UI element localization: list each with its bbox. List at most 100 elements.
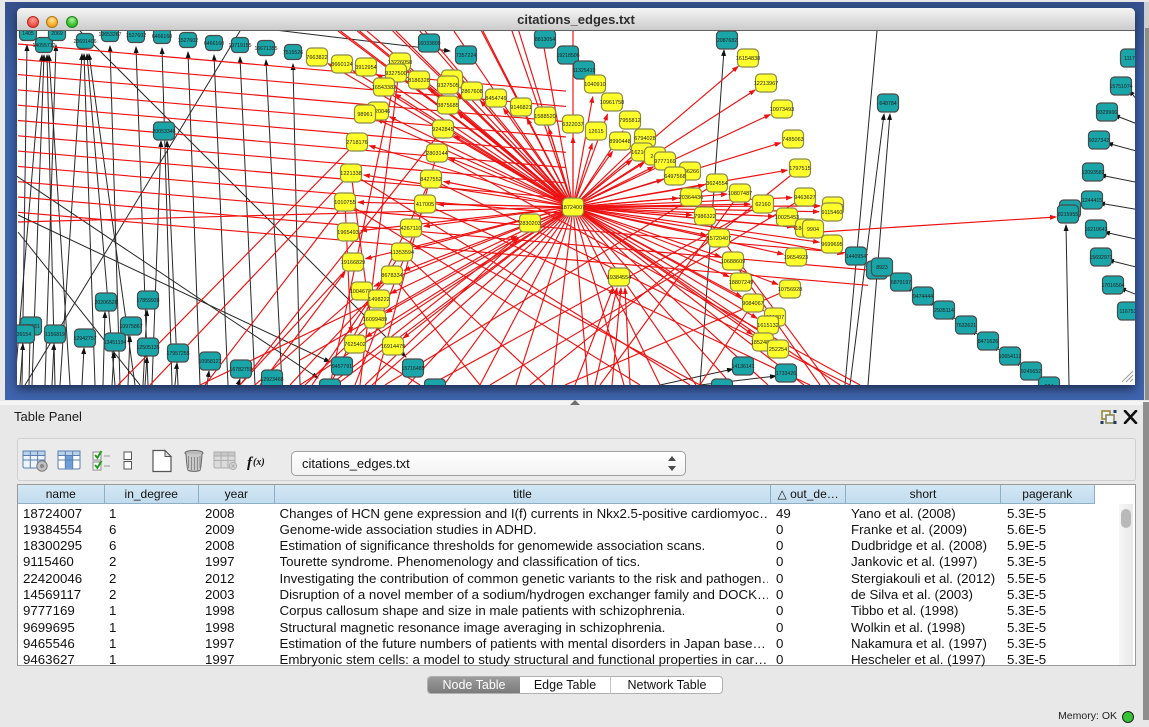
svg-text:6322037: 6322037 — [562, 122, 583, 128]
svg-text:15720407: 15720407 — [707, 236, 731, 242]
svg-text:8215955: 8215955 — [1058, 212, 1078, 218]
svg-text:7515526: 7515526 — [283, 50, 303, 56]
svg-text:3875685: 3875685 — [437, 103, 458, 109]
svg-text:62160: 62160 — [755, 202, 770, 208]
svg-text:16782759: 16782759 — [229, 367, 252, 373]
svg-text:13451194: 13451194 — [104, 340, 127, 346]
svg-text:(x): (x) — [253, 457, 265, 468]
svg-text:4267110: 4267110 — [400, 226, 421, 232]
svg-text:16543382: 16543382 — [372, 85, 396, 91]
svg-text:7986322: 7986322 — [694, 214, 715, 220]
svg-text:10807487: 10807487 — [728, 191, 752, 197]
svg-text:12942757: 12942757 — [73, 336, 96, 342]
svg-text:8990448: 8990448 — [609, 139, 630, 145]
svg-text:10653267: 10653267 — [98, 32, 121, 38]
svg-text:8427552: 8427552 — [420, 177, 441, 183]
svg-text:3624554: 3624554 — [706, 181, 727, 187]
svg-text:7955812: 7955812 — [619, 118, 640, 124]
svg-text:9463627: 9463627 — [794, 195, 815, 201]
svg-text:9474444: 9474444 — [913, 294, 933, 300]
svg-text:11353594: 11353594 — [390, 250, 414, 256]
svg-text:10756928: 10756928 — [778, 287, 802, 293]
svg-text:1221338: 1221338 — [340, 171, 361, 177]
svg-text:14055712: 14055712 — [32, 43, 55, 49]
svg-text:19384554: 19384554 — [607, 275, 631, 281]
svg-text:6879197: 6879197 — [891, 280, 911, 286]
svg-text:11325419: 11325419 — [573, 68, 596, 74]
svg-text:116753: 116753 — [1120, 309, 1135, 315]
svg-text:20364436: 20364436 — [679, 195, 703, 201]
svg-text:6497568: 6497568 — [664, 174, 685, 180]
svg-text:1156819: 1156819 — [45, 332, 65, 338]
svg-text:20206526: 20206526 — [94, 300, 117, 306]
svg-text:10654112: 10654112 — [999, 354, 1022, 360]
svg-text:12505135: 12505135 — [136, 345, 159, 351]
svg-text:6466160: 6466160 — [152, 34, 172, 40]
svg-text:2087682: 2087682 — [717, 38, 737, 44]
svg-text:1527602: 1527602 — [126, 33, 146, 39]
svg-text:9329966: 9329966 — [1097, 110, 1117, 116]
svg-text:16154838: 16154838 — [736, 56, 760, 62]
svg-text:9327505: 9327505 — [437, 83, 458, 89]
svg-text:417005: 417005 — [416, 202, 434, 208]
svg-text:7357224: 7357224 — [456, 53, 476, 59]
svg-text:7663822: 7663822 — [306, 55, 327, 61]
svg-text:19218506: 19218506 — [556, 53, 579, 59]
svg-text:17859928: 17859928 — [136, 298, 159, 304]
svg-text:12213967: 12213967 — [754, 81, 778, 87]
svg-text:17957255: 17957255 — [166, 351, 189, 357]
svg-text:10975867: 10975867 — [119, 324, 142, 330]
svg-text:1040910: 1040910 — [584, 82, 605, 88]
svg-text:8678334: 8678334 — [381, 273, 402, 279]
svg-text:8186328: 8186328 — [408, 78, 429, 84]
svg-text:2069: 2069 — [51, 31, 63, 37]
svg-text:9457791: 9457791 — [332, 364, 352, 370]
svg-text:16914479: 16914479 — [381, 344, 405, 350]
svg-text:14136141: 14136141 — [731, 364, 754, 370]
svg-text:19166829: 19166829 — [341, 260, 365, 266]
svg-text:10025453: 10025453 — [775, 215, 799, 221]
svg-text:17016504: 17016504 — [1101, 283, 1124, 289]
svg-text:98961: 98961 — [357, 112, 372, 118]
svg-text:1733426: 1733426 — [776, 371, 796, 377]
svg-text:10973493: 10973493 — [770, 107, 794, 113]
svg-text:8923: 8923 — [876, 265, 888, 271]
svg-text:1615132: 1615132 — [757, 323, 778, 329]
svg-text:648784: 648784 — [879, 101, 896, 107]
svg-text:9699695: 9699695 — [821, 242, 842, 248]
svg-text:2803144: 2803144 — [426, 151, 447, 157]
svg-text:39154: 39154 — [17, 332, 31, 338]
svg-text:7625402: 7625402 — [344, 342, 365, 348]
svg-text:2718176: 2718176 — [346, 140, 367, 146]
svg-text:16033809: 16033809 — [417, 41, 440, 47]
svg-text:12093582: 12093582 — [1081, 170, 1104, 176]
svg-text:16210643: 16210643 — [1084, 227, 1107, 233]
svg-text:16099489: 16099489 — [363, 317, 387, 323]
svg-text:15692971: 15692971 — [1089, 255, 1112, 261]
svg-text:6794028: 6794028 — [634, 136, 655, 142]
svg-text:11178: 11178 — [1124, 56, 1135, 62]
svg-text:7632621: 7632621 — [956, 323, 976, 329]
svg-text:12615: 12615 — [588, 129, 603, 135]
svg-text:1405: 1405 — [22, 31, 34, 37]
svg-text:1965493: 1965493 — [337, 230, 358, 236]
svg-text:1010755: 1010755 — [334, 200, 355, 206]
svg-text:924: 924 — [1045, 384, 1054, 385]
svg-text:9245652: 9245652 — [1021, 369, 1041, 375]
svg-text:10958127: 10958127 — [198, 359, 221, 365]
svg-text:2867608: 2867608 — [461, 89, 482, 95]
svg-text:19654923: 19654923 — [784, 255, 808, 261]
svg-text:1588520: 1588520 — [534, 114, 555, 120]
svg-text:9084067: 9084067 — [742, 301, 763, 307]
svg-text:15716485: 15716485 — [401, 366, 424, 372]
svg-text:2935114: 2935114 — [934, 308, 954, 314]
svg-text:252254: 252254 — [769, 347, 787, 353]
svg-text:1498222: 1498222 — [368, 297, 389, 303]
svg-text:9115460: 9115460 — [821, 210, 842, 216]
svg-text:6466160: 6466160 — [204, 41, 224, 47]
svg-text:8660124: 8660124 — [331, 62, 352, 68]
svg-text:9904: 9904 — [807, 227, 819, 233]
svg-text:20053346: 20053346 — [152, 129, 175, 135]
svg-text:8813054: 8813054 — [535, 37, 555, 43]
svg-text:9242845: 9242845 — [432, 127, 453, 133]
